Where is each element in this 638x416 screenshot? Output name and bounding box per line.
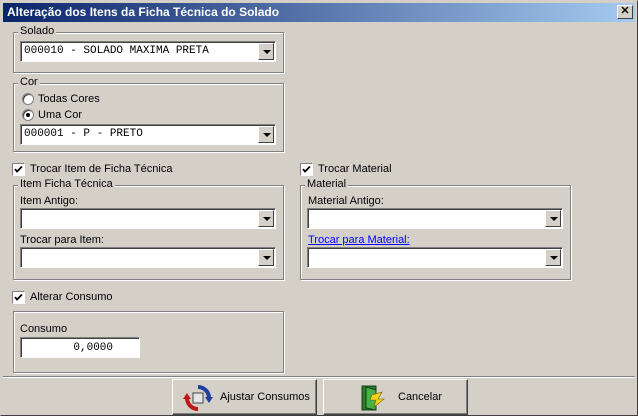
chevron-down-icon[interactable] [545,210,561,227]
chevron-down-icon[interactable] [258,43,274,60]
trocar-para-material-link[interactable]: Trocar para Material: [308,234,410,246]
title-bar[interactable]: Alteração dos Itens da Ficha Técnica do … [3,3,635,22]
material-legend: Material [305,178,349,190]
item-antigo-combo[interactable] [20,208,276,229]
cor-legend: Cor [18,76,40,88]
dialog-window: Alteração dos Itens da Ficha Técnica do … [0,0,638,416]
item-antigo-label: Item Antigo: [20,195,79,207]
consumo-label: Consumo [20,323,68,335]
todas-cores-radio[interactable] [22,93,34,105]
trocar-para-material-combo[interactable] [307,247,563,268]
uma-cor-radio[interactable] [22,109,34,121]
window-title: Alteração dos Itens da Ficha Técnica do … [7,5,280,19]
button-bar [3,376,635,414]
todas-cores-label[interactable]: Todas Cores [38,93,100,105]
solado-value: 000010 - SOLADO MAXIMA PRETA [24,45,209,57]
chevron-down-icon[interactable] [545,249,561,266]
chevron-down-icon[interactable] [258,210,274,227]
checkmark-icon [302,165,311,173]
item-ficha-legend: Item Ficha Técnica [18,178,115,190]
ajustar-consumos-label: Ajustar Consumos [220,391,310,403]
cancelar-label: Cancelar [398,391,443,403]
close-icon: ✕ [620,5,630,17]
material-antigo-label: Material Antigo: [308,195,384,207]
chevron-down-icon[interactable] [258,249,274,266]
solado-legend: Solado [18,25,57,37]
consumo-input[interactable]: 0,0000 [20,337,140,358]
trocar-para-item-combo[interactable] [20,247,276,268]
trocar-material-checkbox[interactable] [300,163,313,176]
trocar-para-item-label: Trocar para Item: [20,234,104,246]
cor-value: 000001 - P - PRETO [24,128,143,140]
solado-combo[interactable]: 000010 - SOLADO MAXIMA PRETA [20,41,276,62]
trocar-item-label[interactable]: Trocar Item de Ficha Técnica [30,163,172,175]
cor-combo[interactable]: 000001 - P - PRETO [20,124,276,145]
exit-door-icon [361,385,385,411]
material-antigo-combo[interactable] [307,208,563,229]
checkmark-icon [14,293,23,301]
alterar-consumo-checkbox[interactable] [12,291,25,304]
checkmark-icon [14,165,23,173]
uma-cor-label[interactable]: Uma Cor [38,109,82,121]
chevron-down-icon[interactable] [258,126,274,143]
alterar-consumo-label[interactable]: Alterar Consumo [30,291,113,303]
trocar-material-label[interactable]: Trocar Material [318,163,392,175]
refresh-arrows-icon [183,385,213,411]
cancelar-button[interactable]: Cancelar [323,379,468,415]
close-button[interactable]: ✕ [617,5,633,19]
trocar-item-checkbox[interactable] [12,163,25,176]
ajustar-consumos-button[interactable]: Ajustar Consumos [172,379,317,415]
